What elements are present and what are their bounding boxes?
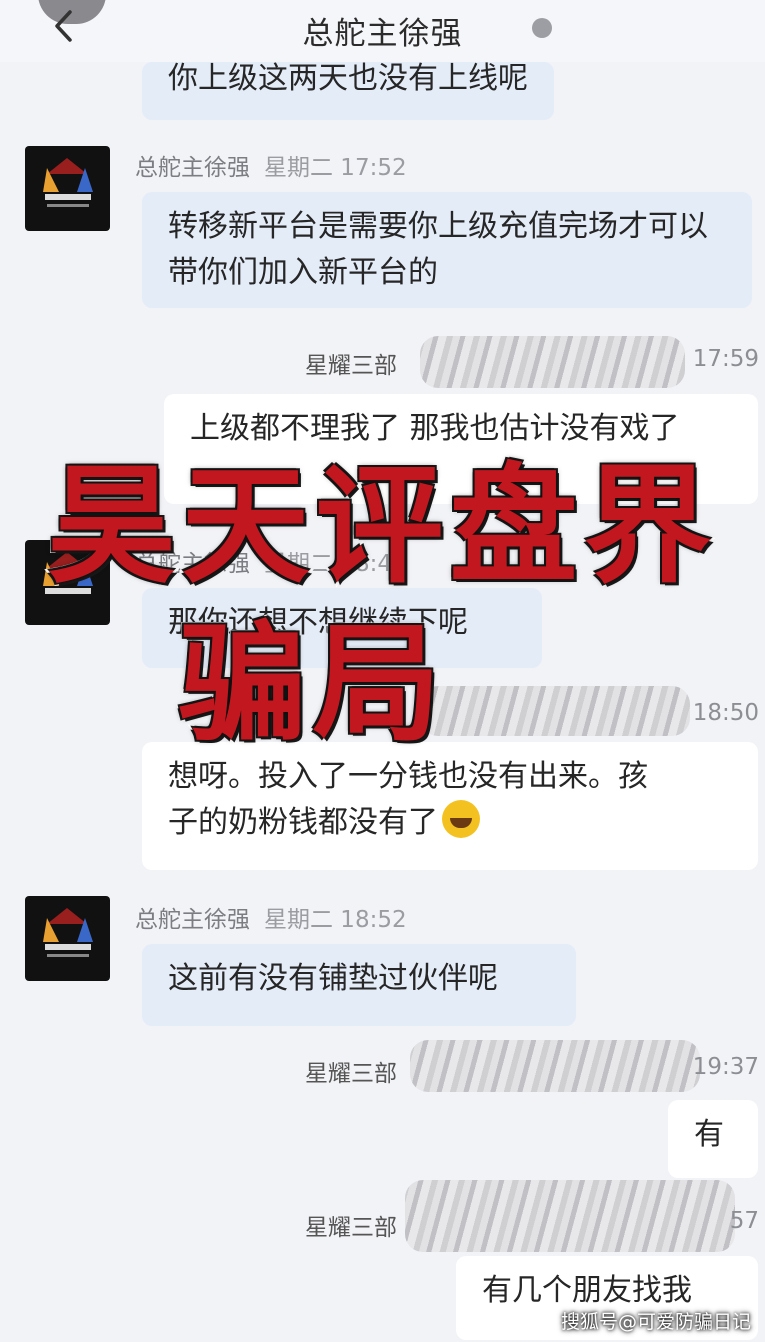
message-text: 上级都不理我了 那我也估计没有戏了 [190, 411, 680, 446]
message-time: 星期二 17:52 [264, 155, 407, 181]
message-bubble: 有 [668, 1100, 758, 1178]
blurred-name [410, 1040, 700, 1092]
message-time: 17:59 [692, 346, 759, 372]
message-time: 57 [729, 1208, 759, 1234]
overlay-caption-line1: 昊天评盘界 [45, 450, 718, 604]
message-time: 星期二 18:52 [264, 907, 407, 933]
message-text: 你上级这两天也没有上线呢 [168, 61, 528, 96]
self-sender-name: 星耀三部 [305, 353, 397, 379]
laughing-emoji-icon [442, 800, 480, 838]
avatar-logo-icon [43, 158, 93, 207]
avatar-logo-icon [43, 908, 93, 957]
message-text-line2: 子的奶粉钱都没有了 [168, 805, 438, 840]
message-time: 18:50 [692, 700, 759, 726]
sender-name: 总舵主徐强 [135, 155, 250, 181]
message-text-line2-wrap: 子的奶粉钱都没有了 [168, 800, 732, 846]
status-dot-icon [532, 18, 552, 38]
watermark: 搜狐号@可爱防骗日记 [560, 1311, 751, 1333]
message-bubble: 转移新平台是需要你上级充值完场才可以带你们加入新平台的 [142, 192, 752, 308]
message-time: 19:37 [692, 1054, 759, 1080]
overlay-caption-line2: 骗局 [176, 608, 447, 762]
message-bubble: 想呀。投入了一分钱也没有出来。孩 子的奶粉钱都没有了 [142, 742, 758, 870]
message-bubble: 这前有没有铺垫过伙伴呢 [142, 944, 576, 1026]
sender-line: 总舵主徐强 星期二 18:52 [135, 900, 407, 934]
message-bubble: 你上级这两天也没有上线呢 [142, 61, 554, 120]
sender-line: 总舵主徐强 星期二 17:52 [135, 148, 407, 182]
self-sender-name: 星耀三部 [305, 1061, 397, 1087]
sender-name: 总舵主徐强 [135, 907, 250, 933]
blurred-name [420, 336, 685, 388]
blurred-name [405, 1180, 735, 1252]
top-bar: 总舵主徐强 [0, 0, 765, 62]
chat-title: 总舵主徐强 [302, 16, 463, 52]
avatar[interactable] [25, 896, 110, 981]
message-text: 有几个朋友找我 [482, 1273, 692, 1308]
avatar[interactable] [25, 146, 110, 231]
message-text: 这前有没有铺垫过伙伴呢 [168, 961, 498, 996]
message-text: 有 [694, 1117, 724, 1152]
self-sender-name: 星耀三部 [305, 1215, 397, 1241]
message-text: 转移新平台是需要你上级充值完场才可以带你们加入新平台的 [168, 209, 708, 290]
message-text-line1: 想呀。投入了一分钱也没有出来。孩 [168, 759, 648, 794]
